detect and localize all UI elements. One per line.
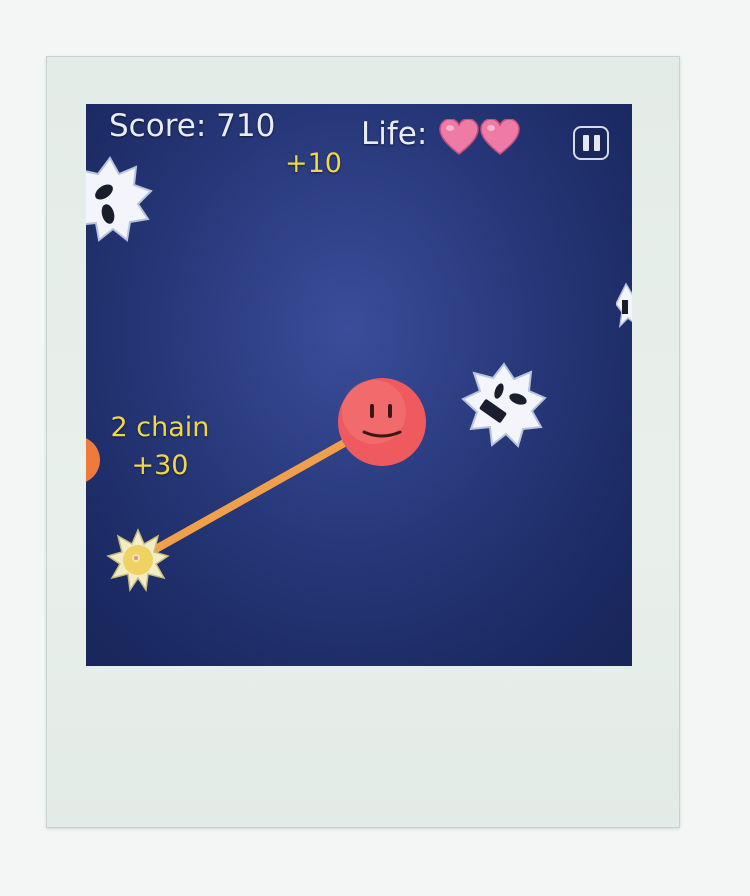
score-value: 710 — [216, 108, 276, 144]
life-label: Life: — [361, 116, 428, 152]
spiked-anchor — [106, 528, 170, 592]
player-eye — [388, 404, 392, 418]
pause-icon — [582, 135, 589, 151]
player-eye — [370, 404, 374, 418]
heart-icon — [439, 119, 479, 155]
pause-button[interactable] — [573, 126, 609, 160]
player-ball[interactable] — [336, 376, 428, 468]
chain-bonus-popup: +30 — [131, 450, 189, 481]
spiky-enemy — [86, 156, 153, 242]
spiky-enemy — [461, 362, 547, 448]
chain-popup: 2 chain — [110, 412, 210, 443]
orange-ball — [86, 438, 100, 482]
game-screen[interactable]: Score: 710 Life: +10 2 chain +30 — [86, 104, 632, 666]
bonus-popup: +10 — [285, 148, 342, 179]
spiky-enemy — [616, 282, 632, 329]
heart-icon — [480, 119, 520, 155]
score-display: Score: 710 — [109, 108, 275, 144]
score-label: Score: — [109, 108, 207, 144]
